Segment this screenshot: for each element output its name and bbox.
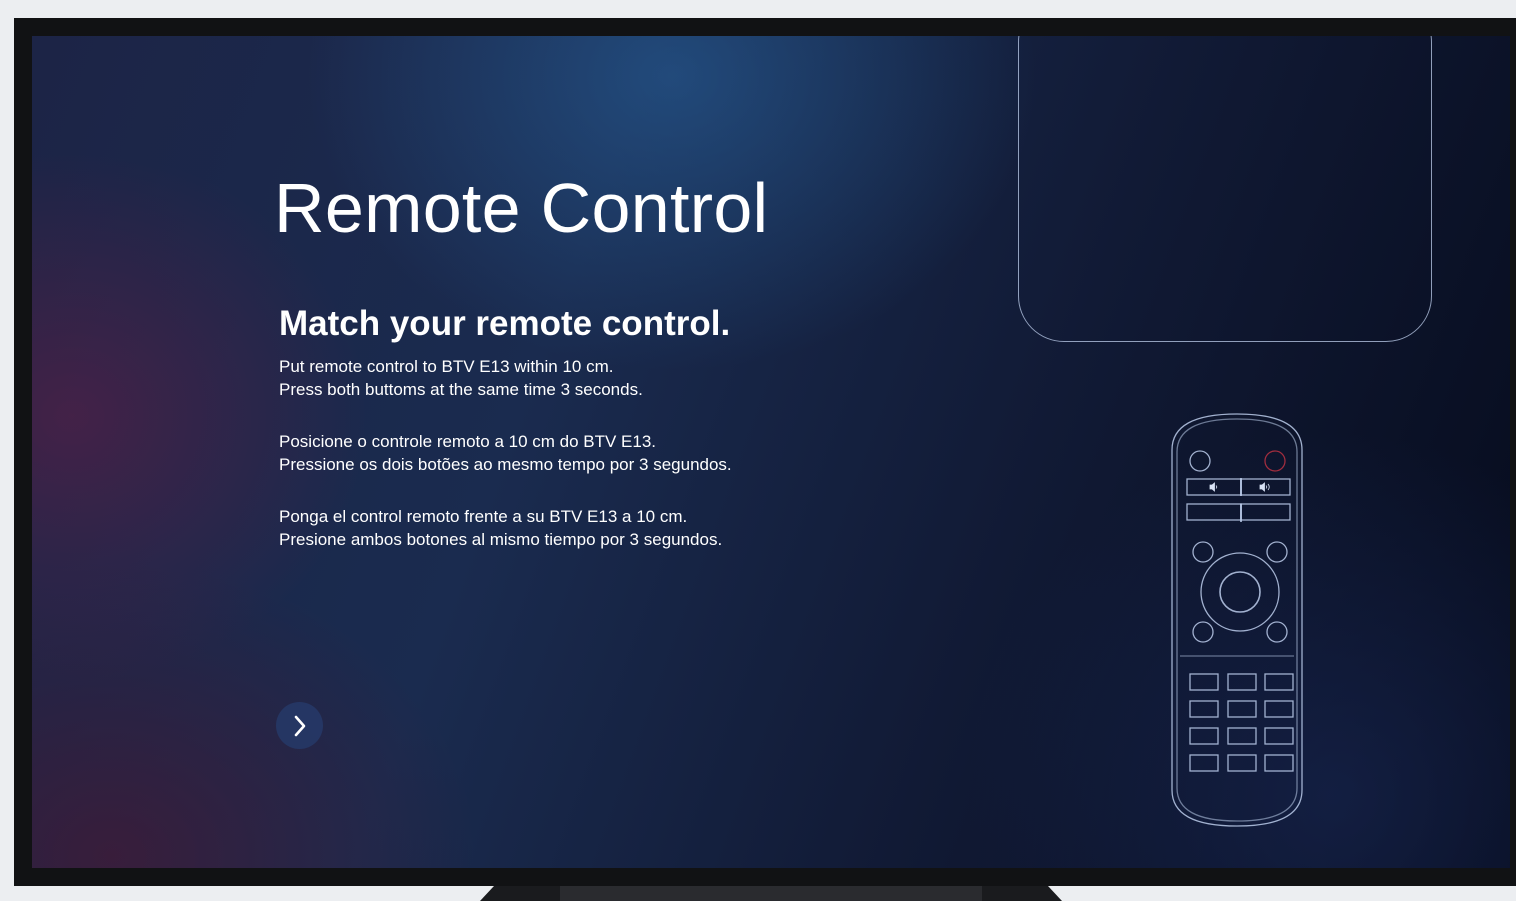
remote-number-pad	[1189, 673, 1294, 772]
tv-screen: Remote Control Match your remote control…	[32, 36, 1510, 868]
instruction-line: Presione ambos botones al mismo tiempo p…	[279, 529, 723, 549]
remote-row-button-left	[1186, 503, 1242, 521]
instruction-spanish: Ponga el control remoto frente a su BTV …	[279, 506, 722, 551]
remote-key	[1264, 754, 1294, 772]
remote-corner-button	[1192, 541, 1214, 563]
next-button[interactable]	[276, 702, 323, 749]
remote-key	[1227, 673, 1257, 691]
chevron-right-icon	[294, 715, 305, 736]
remote-row-button-right	[1240, 503, 1291, 521]
remote-power-button	[1264, 450, 1286, 472]
remote-key	[1189, 727, 1219, 745]
remote-key	[1227, 754, 1257, 772]
instruction-english: Put remote control to BTV E13 within 10 …	[279, 356, 643, 401]
remote-corner-button	[1266, 621, 1288, 643]
remote-key	[1264, 727, 1294, 745]
remote-key	[1264, 673, 1294, 691]
instruction-portuguese: Posicione o controle remoto a 10 cm do B…	[279, 431, 732, 476]
tv-frame: Remote Control Match your remote control…	[14, 18, 1516, 886]
instruction-line: Pressione os dois botões ao mesmo tempo …	[279, 454, 732, 474]
remote-corner-button	[1266, 541, 1288, 563]
remote-control-illustration	[1171, 413, 1303, 827]
volume-up-button	[1240, 478, 1291, 496]
volume-up-icon	[1259, 482, 1270, 492]
remote-key	[1189, 754, 1219, 772]
page-title: Remote Control	[274, 169, 769, 247]
remote-key	[1189, 700, 1219, 718]
remote-key	[1227, 700, 1257, 718]
remote-dpad-ring	[1200, 552, 1280, 632]
remote-key	[1189, 673, 1219, 691]
remote-key	[1264, 700, 1294, 718]
remote-corner-button	[1192, 621, 1214, 643]
instruction-line: Put remote control to BTV E13 within 10 …	[279, 357, 614, 376]
instruction-line: Press both buttoms at the same time 3 se…	[279, 379, 643, 399]
instruction-line: Ponga el control remoto frente a su BTV …	[279, 507, 688, 526]
remote-left-button	[1189, 450, 1211, 472]
remote-key	[1227, 727, 1257, 745]
tv-box-outline	[1018, 36, 1432, 342]
tv-stand	[480, 886, 1062, 901]
remote-ok-button	[1219, 571, 1261, 613]
page-subtitle: Match your remote control.	[279, 304, 731, 343]
remote-body-outline	[1171, 413, 1303, 827]
instruction-line: Posicione o controle remoto a 10 cm do B…	[279, 432, 657, 451]
volume-down-icon	[1209, 482, 1218, 492]
